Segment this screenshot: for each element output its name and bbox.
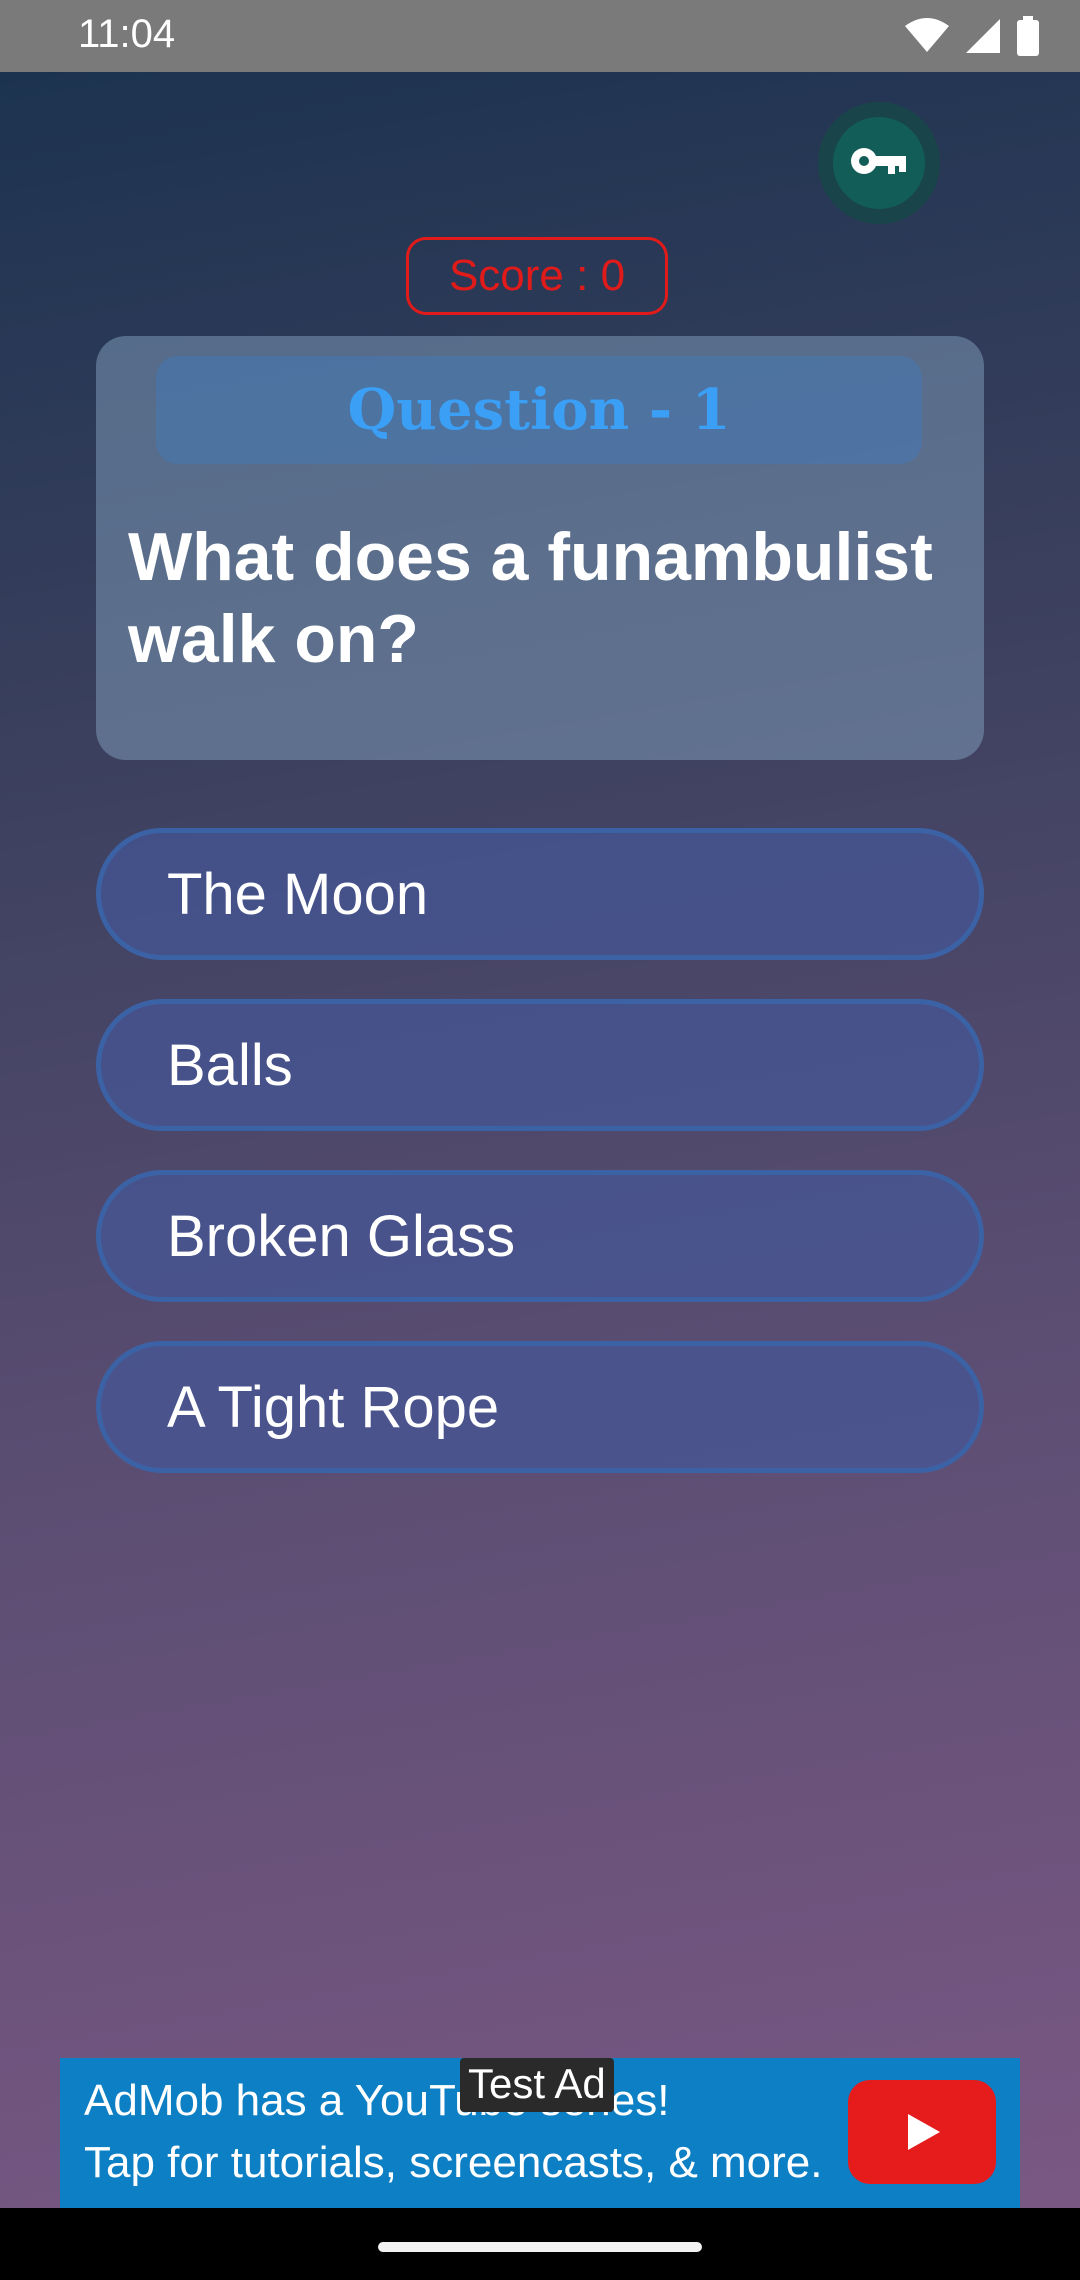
answer-label: A Tight Rope [167, 1374, 500, 1440]
youtube-play-icon [848, 2080, 996, 2184]
answer-option-2[interactable]: Balls [96, 999, 984, 1131]
ad-text-line2: Tap for tutorials, screencasts, & more. [84, 2138, 823, 2187]
signal-icon [964, 17, 1002, 55]
question-card: Question - 1 What does a funambulist wal… [96, 336, 984, 760]
status-time: 11:04 [78, 12, 176, 56]
quiz-screen: Score : 0 Question - 1 What does a funam… [0, 72, 1080, 2208]
home-gesture-handle[interactable] [378, 2242, 702, 2252]
answer-label: Balls [167, 1032, 293, 1098]
question-text: What does a funambulist walk on? [128, 519, 933, 677]
status-icons [904, 16, 1040, 56]
status-bar: 11:04 [0, 0, 1080, 72]
navigation-bar [0, 2208, 1080, 2280]
key-button[interactable] [818, 102, 940, 224]
answer-option-3[interactable]: Broken Glass [96, 1170, 984, 1302]
answer-option-4[interactable]: A Tight Rope [96, 1341, 984, 1473]
answer-label: The Moon [167, 861, 429, 927]
test-ad-badge: Test Ad [460, 2058, 614, 2112]
score-badge: Score : 0 [406, 237, 668, 315]
ad-banner[interactable]: AdMob has a YouTube series! Tap for tuto… [60, 2058, 1020, 2208]
question-number: Question - 1 [156, 356, 922, 464]
wifi-icon [904, 18, 950, 54]
answer-option-1[interactable]: The Moon [96, 828, 984, 960]
battery-icon [1016, 16, 1040, 56]
key-icon [850, 146, 908, 181]
answer-label: Broken Glass [167, 1203, 516, 1269]
